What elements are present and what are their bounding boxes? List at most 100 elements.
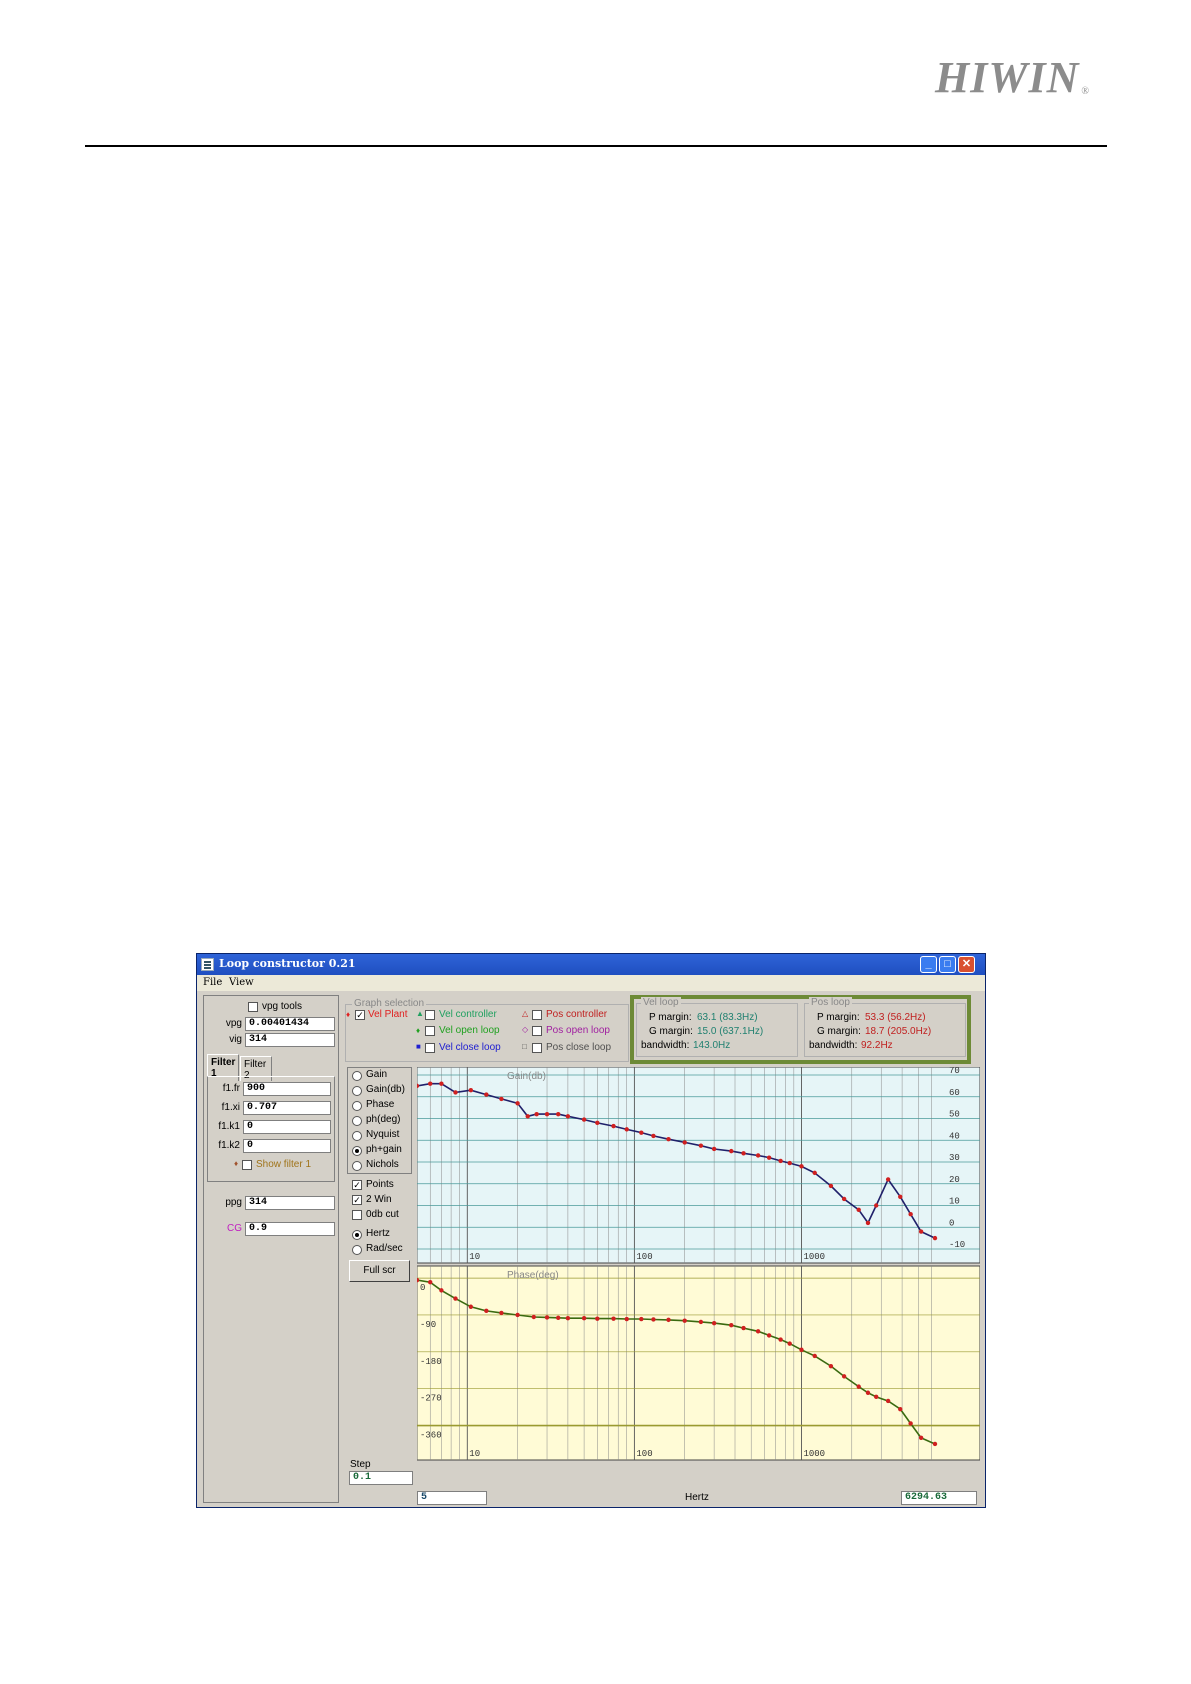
data-point [787, 1341, 792, 1346]
y-tick-label: 50 [949, 1110, 960, 1120]
data-point [651, 1133, 656, 1139]
pos-bandwidth-value: 92.2Hz [861, 1040, 893, 1051]
data-point [544, 1111, 550, 1117]
data-point [766, 1155, 772, 1160]
f1-k2-field[interactable]: 0 [243, 1139, 331, 1153]
vel-plant-checkbox[interactable]: ✓ [355, 1010, 365, 1020]
f1-k1-field[interactable]: 0 [243, 1120, 331, 1134]
pos-open-loop-checkbox[interactable] [532, 1026, 542, 1036]
data-point [841, 1196, 847, 1202]
pos-controller-marker-icon: △ [522, 1009, 529, 1018]
pos-open-loop-label: Pos open loop [546, 1025, 610, 1036]
pos-bandwidth-label: bandwidth: [809, 1040, 858, 1051]
mode-nichols-label: Nichols [366, 1159, 399, 1170]
step-field[interactable]: 0.1 [349, 1471, 413, 1485]
vig-field[interactable]: 314 [245, 1033, 335, 1047]
chart-background [417, 1265, 980, 1461]
mode-nichols-radio[interactable] [352, 1161, 362, 1171]
f1-xi-field[interactable]: 0.707 [243, 1101, 331, 1115]
data-point [611, 1316, 616, 1321]
close-button[interactable]: ✕ [958, 956, 975, 973]
bode-plot-area[interactable]: 706050403020100-1010 100 1000Gain(db)0-90-… [417, 1067, 980, 1487]
y-tick-label: 40 [949, 1131, 960, 1141]
ppg-field[interactable]: 314 [245, 1196, 335, 1210]
data-point [729, 1322, 734, 1328]
mode-nyquist-radio[interactable] [352, 1131, 362, 1141]
x-tick-label: 1000 [803, 1449, 825, 1459]
data-point [515, 1101, 520, 1106]
vel-controller-checkbox[interactable] [425, 1010, 435, 1020]
vel-open-loop-label: Vel open loop [439, 1025, 500, 1036]
mode-gain-db-label: Gain(db) [366, 1084, 405, 1095]
data-point [799, 1347, 804, 1352]
points-checkbox[interactable]: ✓ [352, 1180, 362, 1190]
maximize-button[interactable]: □ [939, 956, 956, 973]
vig-label: vig [229, 1034, 242, 1045]
data-point [865, 1390, 871, 1395]
freq-max-field[interactable]: 6294.63 [901, 1491, 977, 1505]
data-point [932, 1441, 938, 1447]
menu-file[interactable]: File [203, 977, 222, 988]
data-point [666, 1136, 671, 1142]
mode-ph-gain-radio[interactable] [352, 1146, 362, 1156]
window-title: Loop constructor 0.21 [219, 957, 356, 970]
data-point [624, 1127, 629, 1132]
app-icon [201, 958, 214, 971]
data-point [908, 1212, 913, 1217]
data-point [428, 1279, 433, 1285]
full-screen-button[interactable]: Full scr [349, 1260, 410, 1282]
filter-1-box: f1.fr 900 f1.xi 0.707 f1.k1 0 f1.k2 0 ♦ … [207, 1076, 335, 1182]
y-tick-label: 30 [949, 1153, 960, 1163]
data-point [611, 1123, 616, 1129]
mode-gain-radio[interactable] [352, 1071, 362, 1081]
data-point [499, 1096, 504, 1102]
pos-close-loop-checkbox[interactable] [532, 1043, 542, 1053]
vpg-tools-checkbox[interactable] [248, 1002, 258, 1012]
hertz-label: Hertz [366, 1228, 390, 1239]
show-filter-checkbox[interactable] [242, 1160, 252, 1170]
data-point [525, 1114, 530, 1119]
vel-controller-marker-icon: ▲ [416, 1009, 424, 1018]
data-point [932, 1235, 938, 1241]
minimize-button[interactable]: _ [920, 956, 937, 973]
menu-view[interactable]: View [229, 977, 254, 988]
pos-g-margin-label: G margin: [817, 1026, 861, 1037]
data-point [595, 1120, 600, 1126]
data-point [556, 1315, 561, 1321]
vpg-field[interactable]: 0.00401434 [245, 1017, 335, 1031]
rad-sec-radio[interactable] [352, 1245, 362, 1255]
data-point [544, 1315, 550, 1320]
zero-db-cut-checkbox[interactable] [352, 1210, 362, 1220]
data-point [428, 1081, 433, 1086]
vel-close-loop-checkbox[interactable] [425, 1043, 435, 1053]
f1-k2-label: f1.k2 [218, 1140, 240, 1151]
data-point [595, 1316, 600, 1321]
y-tick-label: 20 [949, 1175, 960, 1185]
data-point [556, 1111, 561, 1117]
y-tick-label: -360 [420, 1431, 442, 1441]
pos-controller-checkbox[interactable] [532, 1010, 542, 1020]
two-win-checkbox[interactable]: ✓ [352, 1195, 362, 1205]
vel-open-loop-checkbox[interactable] [425, 1026, 435, 1036]
data-point [812, 1170, 817, 1176]
mode-gain-db-radio[interactable] [352, 1086, 362, 1096]
cg-field[interactable]: 0.9 [245, 1222, 335, 1236]
data-point [856, 1207, 861, 1213]
hertz-radio[interactable] [352, 1230, 362, 1240]
data-point [778, 1337, 783, 1342]
f1-k1-label: f1.k1 [218, 1121, 240, 1132]
data-point [651, 1317, 656, 1322]
title-bar[interactable]: Loop constructor 0.21 _ □ ✕ [197, 954, 985, 975]
pos-loop-group: Pos loop P margin: 53.3 (56.2Hz) G margi… [804, 997, 966, 1057]
pos-close-loop-label: Pos close loop [546, 1042, 612, 1053]
data-point [898, 1406, 903, 1412]
mode-phase-radio[interactable] [352, 1101, 362, 1111]
data-point [711, 1320, 717, 1326]
pos-open-loop-marker-icon: ◇ [522, 1025, 529, 1034]
f1-fr-field[interactable]: 900 [243, 1082, 331, 1096]
x-tick-label: 100 [636, 1252, 652, 1262]
freq-min-field[interactable]: 5 [417, 1491, 487, 1505]
mode-ph-deg-radio[interactable] [352, 1116, 362, 1126]
tab-filter-1-label: Filter [211, 1057, 236, 1068]
chart-title: Phase(deg) [507, 1270, 559, 1281]
